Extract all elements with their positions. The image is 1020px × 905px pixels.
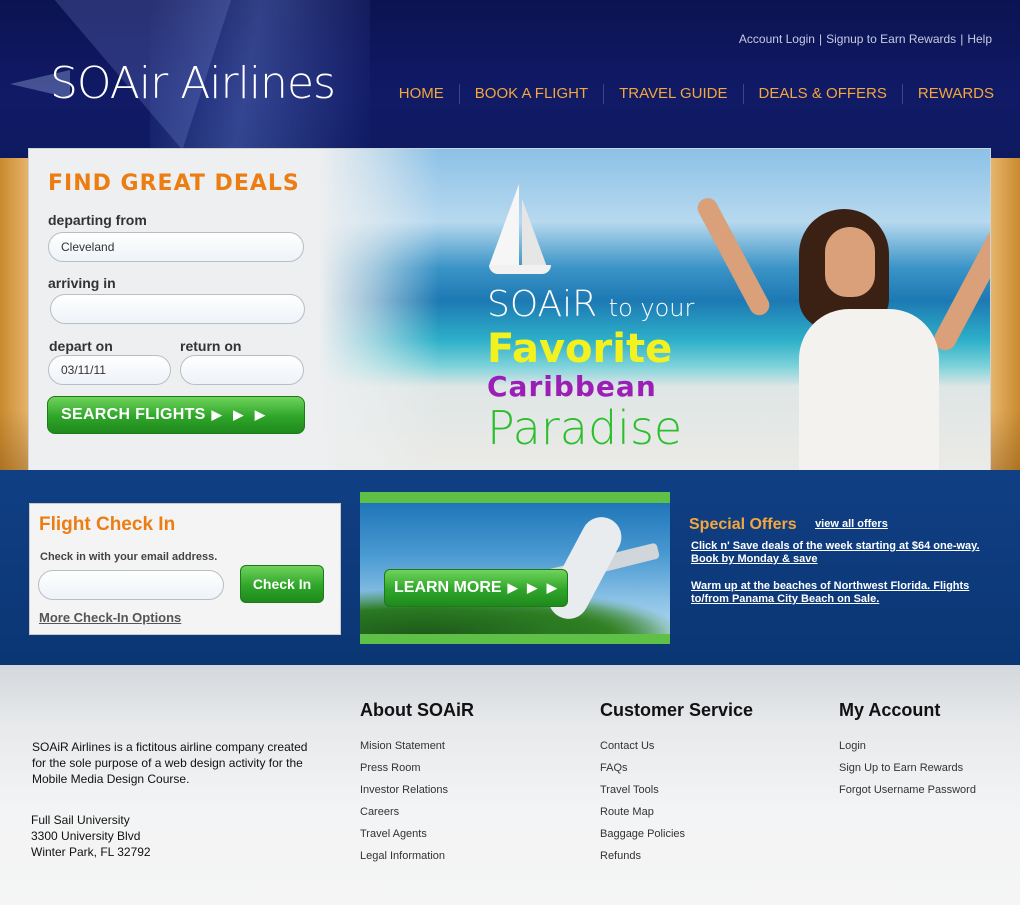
footer-link[interactable]: Investor Relations	[360, 779, 474, 801]
nav-book-a-flight[interactable]: BOOK A FLIGHT	[458, 84, 603, 104]
footer-link[interactable]: Press Room	[360, 757, 474, 779]
signup-rewards-link[interactable]: Signup to Earn Rewards	[826, 32, 956, 46]
learn-more-promo: LEARN MORE ▶ ▶ ▶	[360, 492, 670, 644]
footer-link[interactable]: Forgot Username Password	[839, 779, 976, 801]
footer-about-column: About SOAiR Mision Statement Press Room …	[360, 700, 474, 867]
tagline-brand: SOAiR	[487, 284, 598, 325]
site-footer: SOAiR Airlines is a fictitous airline co…	[0, 665, 1020, 905]
footer-link[interactable]: Baggage Policies	[600, 823, 753, 845]
footer-link[interactable]: Refunds	[600, 845, 753, 867]
hero-banner: FIND GREAT DEALS departing from Clevelan…	[28, 148, 991, 480]
main-nav: HOME BOOK A FLIGHT TRAVEL GUIDE DEALS & …	[384, 84, 994, 104]
footer-service-heading: Customer Service	[600, 700, 754, 720]
footer-link[interactable]: Travel Agents	[360, 823, 474, 845]
search-flights-button[interactable]: SEARCH FLIGHTS ▶ ▶ ▶	[47, 396, 305, 434]
logo[interactable]: SOAir Airlines	[50, 58, 336, 109]
sailboat-icon	[489, 184, 519, 266]
nav-travel-guide[interactable]: TRAVEL GUIDE	[603, 84, 742, 104]
checkin-email-input[interactable]	[38, 570, 224, 600]
tagline-caribbean: Caribbean	[487, 370, 657, 403]
footer-account-heading: My Account	[839, 700, 941, 720]
footer-link[interactable]: Route Map	[600, 801, 753, 823]
play-arrows-icon: ▶ ▶ ▶	[211, 407, 269, 422]
tagline-favorite: Favorite	[487, 326, 673, 372]
flight-checkin-panel: Flight Check In Check in with your email…	[29, 503, 341, 635]
learn-more-button[interactable]: LEARN MORE ▶ ▶ ▶	[384, 569, 568, 607]
account-login-link[interactable]: Account Login	[739, 32, 815, 46]
hero-beach-image: SOAiR to your Favorite Caribbean Paradis…	[319, 149, 990, 479]
footer-account-column: My Account Login Sign Up to Earn Rewards…	[839, 700, 976, 801]
footer-link[interactable]: Mision Statement	[360, 735, 474, 757]
departing-input[interactable]: Cleveland	[48, 232, 304, 262]
deal-link-2[interactable]: Warm up at the beaches of Northwest Flor…	[689, 580, 994, 606]
nav-rewards[interactable]: REWARDS	[901, 84, 994, 104]
more-checkin-options-link[interactable]: More Check-In Options	[39, 610, 181, 625]
help-link[interactable]: Help	[967, 32, 992, 46]
arriving-label: arriving in	[48, 275, 116, 291]
find-deals-form: FIND GREAT DEALS departing from Clevelan…	[29, 149, 319, 479]
footer-link[interactable]: Legal Information	[360, 845, 474, 867]
return-on-label: return on	[180, 338, 242, 354]
depart-date-input[interactable]: 03/11/11	[48, 355, 171, 385]
learn-more-label: LEARN MORE	[394, 579, 502, 596]
checkin-title: Flight Check In	[39, 514, 176, 535]
nav-deals-offers[interactable]: DEALS & OFFERS	[742, 84, 902, 104]
footer-link[interactable]: Contact Us	[600, 735, 753, 757]
footer-link[interactable]: Careers	[360, 801, 474, 823]
footer-link[interactable]: FAQs	[600, 757, 753, 779]
footer-about-text: SOAiR Airlines is a fictitous airline co…	[32, 740, 308, 786]
top-links: Account Login | Signup to Earn Rewards | Hel…	[738, 32, 992, 46]
arriving-input[interactable]	[50, 294, 305, 324]
footer-address: Full Sail University 3300 University Blv…	[31, 813, 151, 859]
hero-tagline: SOAiR to your Favorite Caribbean Paradis…	[487, 284, 695, 455]
departing-label: departing from	[48, 212, 147, 228]
footer-link[interactable]: Login	[839, 735, 976, 757]
footer-link[interactable]: Sign Up to Earn Rewards	[839, 757, 976, 779]
return-date-input[interactable]	[180, 355, 304, 385]
woman-figure	[694, 189, 990, 479]
view-all-offers-link[interactable]: view all offers	[815, 518, 888, 530]
footer-about-heading: About SOAiR	[360, 700, 474, 720]
nav-home[interactable]: HOME	[384, 84, 459, 104]
check-in-button[interactable]: Check In	[240, 565, 324, 603]
footer-link[interactable]: Travel Tools	[600, 779, 753, 801]
deal-link-1[interactable]: Click n' Save deals of the week starting…	[689, 540, 994, 566]
tagline-to-your: to your	[608, 294, 695, 322]
depart-on-label: depart on	[49, 338, 113, 354]
airplane-image: LEARN MORE ▶ ▶ ▶	[360, 503, 670, 634]
checkin-instruction: Check in with your email address.	[40, 551, 218, 563]
site-header: SOAir Airlines Account Login | Signup to E…	[0, 0, 1020, 158]
special-offers: Special Offers view all offers Click n' …	[689, 516, 994, 606]
tagline-paradise: Paradise	[487, 401, 683, 455]
search-flights-label: SEARCH FLIGHTS	[61, 406, 206, 423]
find-deals-title: FIND GREAT DEALS	[48, 171, 300, 196]
footer-service-column: Customer Service Contact Us FAQs Travel …	[600, 700, 753, 867]
special-offers-title: Special Offers	[689, 516, 797, 533]
play-arrows-icon: ▶ ▶ ▶	[507, 580, 560, 595]
